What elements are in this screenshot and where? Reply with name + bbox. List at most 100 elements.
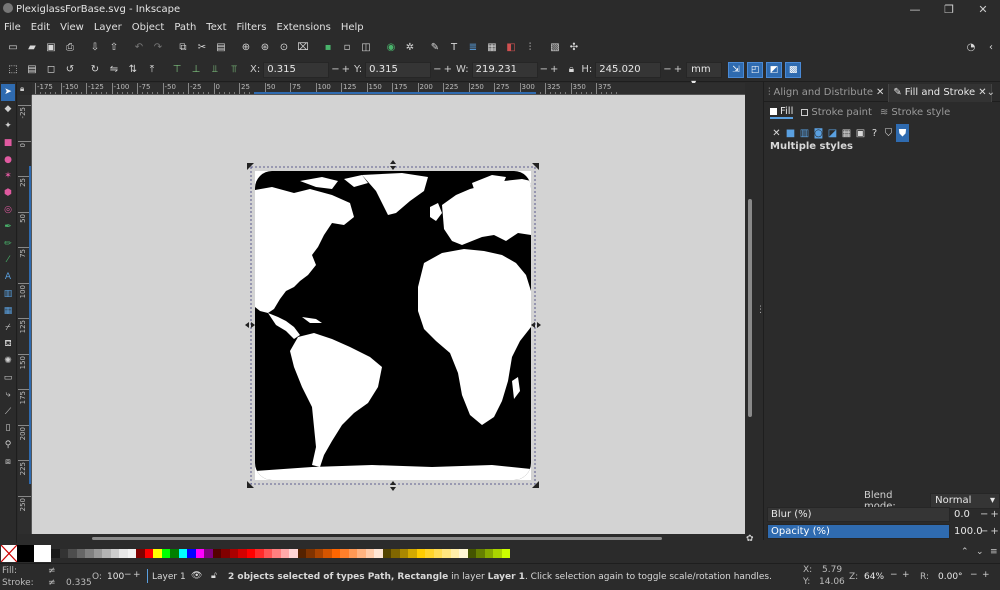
lower-bottom-icon[interactable]: ⫫ — [206, 61, 224, 79]
palette-swatch[interactable] — [178, 548, 187, 558]
handle-bottom-left[interactable] — [247, 481, 254, 488]
close-window-button[interactable]: ✕ — [966, 0, 1000, 18]
print-icon[interactable]: ⎙ — [61, 38, 79, 56]
palette-swatch[interactable] — [153, 548, 162, 558]
opacity-short-value[interactable]: 100 — [107, 572, 124, 582]
clone-icon[interactable]: ▫ — [338, 38, 356, 56]
palette-swatch[interactable] — [476, 548, 485, 558]
palette-swatch[interactable] — [85, 548, 94, 558]
zoom-decrement[interactable]: − — [890, 570, 898, 580]
paste-icon[interactable]: ▤ — [212, 38, 230, 56]
unit-select[interactable]: mm ▾ — [686, 61, 723, 89]
handle-bottom[interactable] — [390, 481, 396, 491]
palette-swatch[interactable] — [340, 548, 349, 558]
current-layer[interactable]: Layer 1 — [152, 572, 186, 582]
palette-swatch[interactable] — [170, 548, 179, 558]
y-increment[interactable]: + — [444, 64, 452, 75]
zoom-tool-icon[interactable]: ⚲ — [1, 437, 15, 454]
blur-decrement[interactable]: − — [980, 509, 988, 520]
dropper-tool-icon[interactable]: ⌿ — [1, 319, 15, 336]
rotate-cw-icon[interactable]: ↻ — [86, 61, 104, 79]
connector-tool-icon[interactable]: ⤷ — [1, 386, 15, 403]
opacity-slider[interactable]: Opacity (%) — [767, 524, 950, 539]
ungroup-icon[interactable]: ✲ — [401, 38, 419, 56]
palette-swatch[interactable] — [391, 548, 400, 558]
fill-rule-nonzero-icon[interactable]: ⛊ — [896, 124, 909, 142]
layer-visibility-icon[interactable]: 👁︎ — [191, 571, 202, 581]
palette-swatch[interactable] — [93, 548, 102, 558]
palette-swatch[interactable] — [51, 548, 60, 558]
3d-box-tool-icon[interactable]: ⬢ — [1, 185, 15, 202]
calligraphy-tool-icon[interactable]: ⁄ — [1, 252, 15, 269]
text-tool-icon[interactable]: A — [1, 269, 15, 286]
menu-edit[interactable]: Edit — [31, 22, 50, 33]
transform-patterns-toggle-icon[interactable]: ▩ — [785, 61, 802, 78]
flip-vertical-icon[interactable]: ⇅ — [124, 61, 142, 79]
palette-swatch[interactable] — [459, 548, 468, 558]
fill-rule-evenodd-icon[interactable]: ⛉ — [882, 124, 895, 142]
y-decrement[interactable]: − — [433, 64, 441, 75]
mesh-tool-icon[interactable]: ▦ — [1, 302, 15, 319]
flip-horizontal-icon[interactable]: ⇋ — [105, 61, 123, 79]
palette-swatch[interactable] — [238, 548, 247, 558]
duplicate-icon[interactable]: ▪ — [319, 38, 337, 56]
subtab-stroke-paint[interactable]: Stroke paint — [801, 107, 872, 118]
canvas[interactable] — [32, 95, 745, 534]
zoom-selection-icon[interactable]: ⊕ — [237, 38, 255, 56]
transform-gradients-toggle-icon[interactable]: ◩ — [766, 61, 783, 78]
x-decrement[interactable]: − — [331, 64, 339, 75]
menu-object[interactable]: Object — [132, 22, 165, 33]
palette-swatch[interactable] — [127, 548, 136, 558]
palette-swatch[interactable] — [348, 548, 357, 558]
palette-swatch[interactable] — [204, 548, 213, 558]
node-tool-icon[interactable]: ◆ — [1, 101, 15, 118]
h-increment[interactable]: + — [674, 64, 682, 75]
minimize-button[interactable]: — — [898, 0, 932, 18]
star-tool-icon[interactable]: ✶ — [1, 168, 15, 185]
palette-scroll-up-icon[interactable]: ⌃ — [961, 547, 969, 557]
palette-swatch[interactable] — [17, 544, 34, 562]
w-increment[interactable]: + — [550, 64, 558, 75]
swatch-icon[interactable]: ▣ — [854, 124, 867, 142]
fill-indicator-value[interactable]: ≠ — [48, 566, 56, 576]
palette-swatch[interactable] — [119, 548, 128, 558]
w-decrement[interactable]: − — [540, 64, 548, 75]
preferences-icon[interactable]: ✣ — [565, 38, 583, 56]
scale-stroke-toggle-icon[interactable]: ⇲ — [728, 61, 745, 78]
save-icon[interactable]: ▣ — [42, 38, 60, 56]
zoom-increment[interactable]: + — [902, 570, 910, 580]
palette-scroll-down-icon[interactable]: ⌄ — [976, 547, 984, 557]
zoom-page-width-icon[interactable]: ⌧ — [294, 38, 312, 56]
palette-swatch[interactable] — [110, 548, 119, 558]
no-paint-icon[interactable]: ✕ — [770, 124, 783, 142]
menu-view[interactable]: View — [60, 22, 84, 33]
paint-bucket-tool-icon[interactable]: ⛾ — [1, 336, 15, 353]
palette-swatch[interactable] — [187, 548, 196, 558]
tab-fill-stroke[interactable]: ✎ Fill and Stroke ✕ — [888, 83, 992, 102]
tab-align-distribute[interactable]: ⫶ Align and Distribute ✕ — [764, 84, 888, 102]
rotation-field[interactable]: 0.00° — [938, 572, 963, 582]
menu-filters[interactable]: Filters — [237, 22, 267, 33]
palette-swatch[interactable] — [493, 548, 502, 558]
flat-color-icon[interactable]: ■ — [784, 124, 797, 142]
palette-swatch[interactable] — [297, 548, 306, 558]
document-properties-icon[interactable]: ▧ — [546, 38, 564, 56]
spray-tool-icon[interactable]: ✺ — [1, 353, 15, 370]
pen-tool-icon[interactable]: ✒ — [1, 218, 15, 235]
gradient-tool-icon[interactable]: ▥ — [1, 286, 15, 303]
menu-path[interactable]: Path — [174, 22, 196, 33]
text-font-icon[interactable]: T — [445, 38, 463, 56]
palette-swatch[interactable] — [331, 548, 340, 558]
pattern-icon[interactable]: ▦ — [840, 124, 853, 142]
opacity-increment[interactable]: + — [990, 526, 998, 537]
palette-swatch[interactable] — [76, 548, 85, 558]
palette-swatch[interactable] — [212, 548, 221, 558]
zoom-drawing-icon[interactable]: ⊛ — [256, 38, 274, 56]
scale-corners-toggle-icon[interactable]: ◰ — [747, 61, 764, 78]
rectangle-tool-icon[interactable]: ■ — [1, 134, 15, 151]
zoom-page-icon[interactable]: ⊙ — [275, 38, 293, 56]
palette-swatch[interactable] — [442, 548, 451, 558]
layers-icon[interactable]: ≣ — [464, 38, 482, 56]
world-map[interactable] — [255, 171, 531, 480]
y-field[interactable]: 0.315 — [365, 61, 432, 78]
